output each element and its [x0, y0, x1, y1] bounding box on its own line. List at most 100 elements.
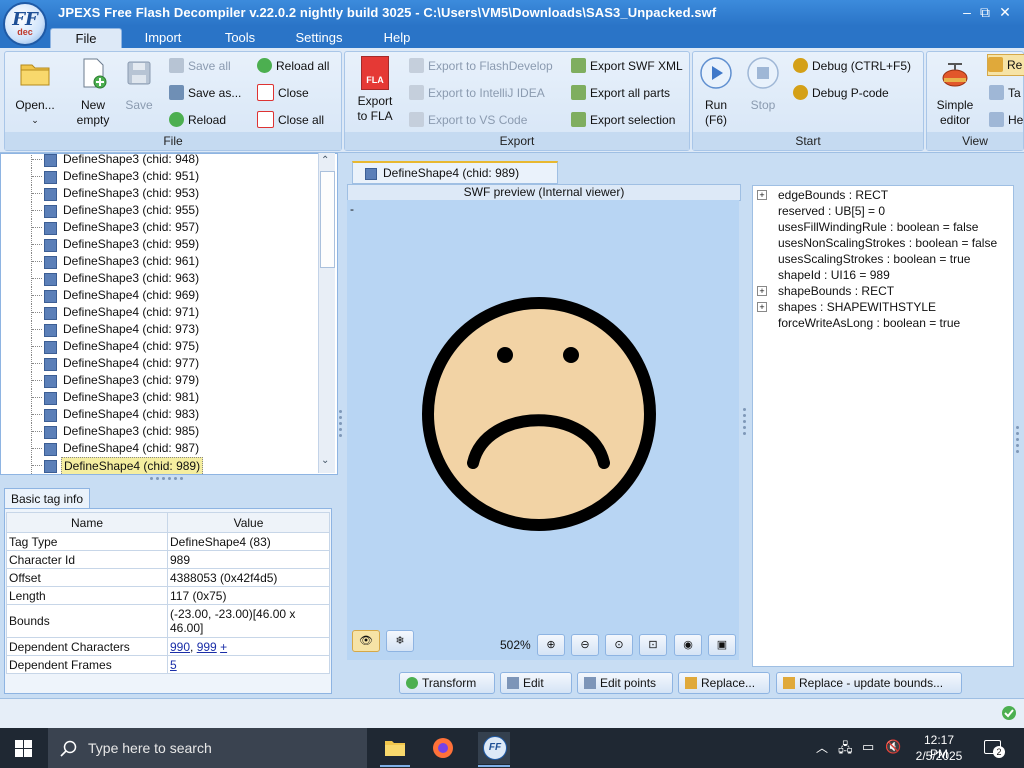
horizontal-splitter-grip[interactable] — [150, 477, 184, 481]
zoom-reset-icon[interactable]: ⊡ — [639, 634, 667, 656]
row-name: Dependent Frames — [6, 655, 168, 674]
close-button[interactable]: ✕ — [996, 3, 1014, 21]
edit-button[interactable]: Edit — [500, 672, 572, 694]
scroll-up-icon[interactable]: ⌃ — [321, 155, 329, 166]
save-all-icon — [169, 58, 184, 74]
display-icon[interactable]: ▭ — [862, 739, 874, 755]
edit-points-button[interactable]: Edit points — [577, 672, 673, 694]
chevron-up-icon[interactable]: ︿ — [816, 739, 828, 756]
save-as-button[interactable]: Save as... — [169, 83, 241, 103]
dependent-frame-link[interactable]: 5 — [170, 658, 177, 672]
vertical-splitter-grip[interactable] — [339, 410, 343, 440]
save-all-label: Save all — [188, 59, 231, 73]
view-hex-button[interactable]: He — [989, 110, 1023, 130]
save-button[interactable]: Save — [119, 56, 159, 113]
open-button[interactable]: Open... ⌄ — [9, 56, 61, 128]
dependent-more-link[interactable]: + — [220, 640, 227, 654]
close-file-button[interactable]: Close — [257, 83, 309, 103]
zoom-out-icon[interactable]: ⊖ — [571, 634, 599, 656]
export-swf-xml-button[interactable]: Export SWF XML — [571, 56, 683, 76]
folder-icon — [20, 64, 50, 86]
view-tags-label: Ta — [1008, 86, 1021, 100]
dependent-character-link[interactable]: 999 — [197, 640, 217, 654]
debug-pcode-button[interactable]: Debug P-code — [793, 83, 889, 103]
snowflake-icon[interactable]: ❄ — [386, 630, 414, 652]
restore-button[interactable]: ⧉ — [976, 3, 994, 21]
export-fla-button[interactable]: FLA Export to FLA — [349, 56, 401, 124]
table-row: Dependent Frames 5 — [6, 655, 330, 674]
export-selection-button[interactable]: Export selection — [571, 110, 675, 130]
stop-button[interactable]: Stop — [743, 56, 783, 113]
zoom-in-icon[interactable]: ⊕ — [537, 634, 565, 656]
row-name: Character Id — [6, 550, 168, 569]
new-empty-button[interactable]: New empty — [67, 56, 119, 128]
eye-icon[interactable]: 👁 — [352, 630, 380, 652]
replace-button[interactable]: Replace... — [678, 672, 770, 694]
clock-date[interactable]: 2/5/2025 — [914, 749, 964, 763]
tab-settings[interactable]: Settings — [284, 28, 354, 48]
export-flashdevelop-button[interactable]: Export to FlashDevelop — [409, 56, 553, 76]
ffdec-taskbar-button[interactable]: FF — [478, 732, 510, 764]
row-value: DefineShape4 (83) — [167, 532, 330, 551]
export-fla-label: Export to FLA — [357, 94, 393, 123]
reload-button[interactable]: Reload — [169, 110, 226, 130]
zoom-fit-icon[interactable]: ⊙ — [605, 634, 633, 656]
export-selection-icon — [571, 112, 586, 128]
network-icon[interactable]: 🖧 — [838, 739, 853, 761]
notification-center-icon[interactable]: 2 — [984, 738, 1005, 758]
speaker-muted-icon[interactable]: 🔇 — [885, 739, 901, 755]
windows-start-icon[interactable] — [15, 740, 32, 757]
ribbon-group-export: FLA Export to FLA Export to FlashDevelop… — [344, 51, 690, 151]
tab-tools[interactable]: Tools — [208, 28, 272, 48]
replace-update-bounds-button[interactable]: Replace - update bounds... — [776, 672, 962, 694]
vertical-splitter-grip[interactable] — [1016, 426, 1020, 456]
export-vscode-button[interactable]: Export to VS Code — [409, 110, 527, 130]
taskbar-search-box[interactable]: Type here to search — [48, 728, 367, 768]
reload-all-icon — [257, 58, 272, 74]
snapshot-icon[interactable]: ▣ — [708, 634, 736, 656]
tab-help[interactable]: Help — [366, 28, 428, 48]
ok-check-icon — [1002, 706, 1016, 720]
basic-tag-info-tab[interactable]: Basic tag info — [4, 488, 90, 509]
expand-icon[interactable]: + — [757, 190, 767, 200]
tree-scroll-thumb[interactable] — [320, 171, 335, 268]
tree-item-label: DefineShape3 (chid: 953) — [63, 186, 200, 200]
dependent-character-link[interactable]: 990 — [170, 640, 190, 654]
export-group-title: Export — [345, 132, 689, 150]
simple-editor-button[interactable]: Simple editor — [929, 56, 981, 128]
transform-button[interactable]: Transform — [399, 672, 495, 694]
scroll-down-icon[interactable]: ⌄ — [321, 455, 329, 466]
tab-file[interactable]: File — [50, 28, 122, 49]
close-all-button[interactable]: Close all — [257, 110, 324, 130]
view-resources-button[interactable]: Re — [987, 54, 1024, 76]
app-logo[interactable]: FF dec — [3, 2, 47, 46]
file-explorer-icon[interactable] — [384, 738, 406, 758]
tree-item-label: DefineShape3 (chid: 959) — [63, 237, 200, 251]
tab-import[interactable]: Import — [130, 28, 196, 48]
tag-properties-tree[interactable]: + edgeBounds : RECT reserved : UB[5] = 0 us… — [752, 185, 1014, 667]
new-file-icon — [83, 58, 107, 89]
export-all-parts-button[interactable]: Export all parts — [571, 83, 670, 103]
tree-item-label: DefineShape3 (chid: 979) — [63, 373, 200, 387]
shape-tag-icon — [44, 256, 57, 269]
reload-all-button[interactable]: Reload all — [257, 56, 329, 76]
firefox-icon[interactable] — [432, 737, 454, 759]
table-row: Bounds (-23.00, -23.00)[46.00 x 46.00] — [6, 604, 330, 638]
tag-tree[interactable]: DefineShape3 (chid: 948) DefineShape3 (ch… — [0, 153, 338, 475]
preview-tab[interactable]: DefineShape4 (chid: 989) — [352, 161, 558, 184]
minimize-button[interactable]: ‒ — [958, 3, 976, 21]
save-all-button[interactable]: Save all — [169, 56, 231, 76]
export-intellij-button[interactable]: Export to IntelliJ IDEA — [409, 83, 545, 103]
view-tags-button[interactable]: Ta — [989, 83, 1021, 103]
vertical-splitter-grip[interactable] — [743, 408, 747, 438]
tree-item-label: DefineShape4 (chid: 971) — [63, 305, 200, 319]
run-button[interactable]: Run (F6) — [697, 56, 735, 128]
expand-icon[interactable]: + — [757, 302, 767, 312]
swf-preview-area[interactable]: - — [347, 200, 739, 660]
color-wheel-icon[interactable]: ◉ — [674, 634, 702, 656]
shape-tag-icon — [44, 443, 57, 456]
tree-item-label: DefineShape3 (chid: 961) — [63, 254, 200, 268]
debug-button[interactable]: Debug (CTRL+F5) — [793, 56, 911, 76]
expand-icon[interactable]: + — [757, 286, 767, 296]
row-value: (-23.00, -23.00)[46.00 x 46.00] — [167, 604, 330, 638]
